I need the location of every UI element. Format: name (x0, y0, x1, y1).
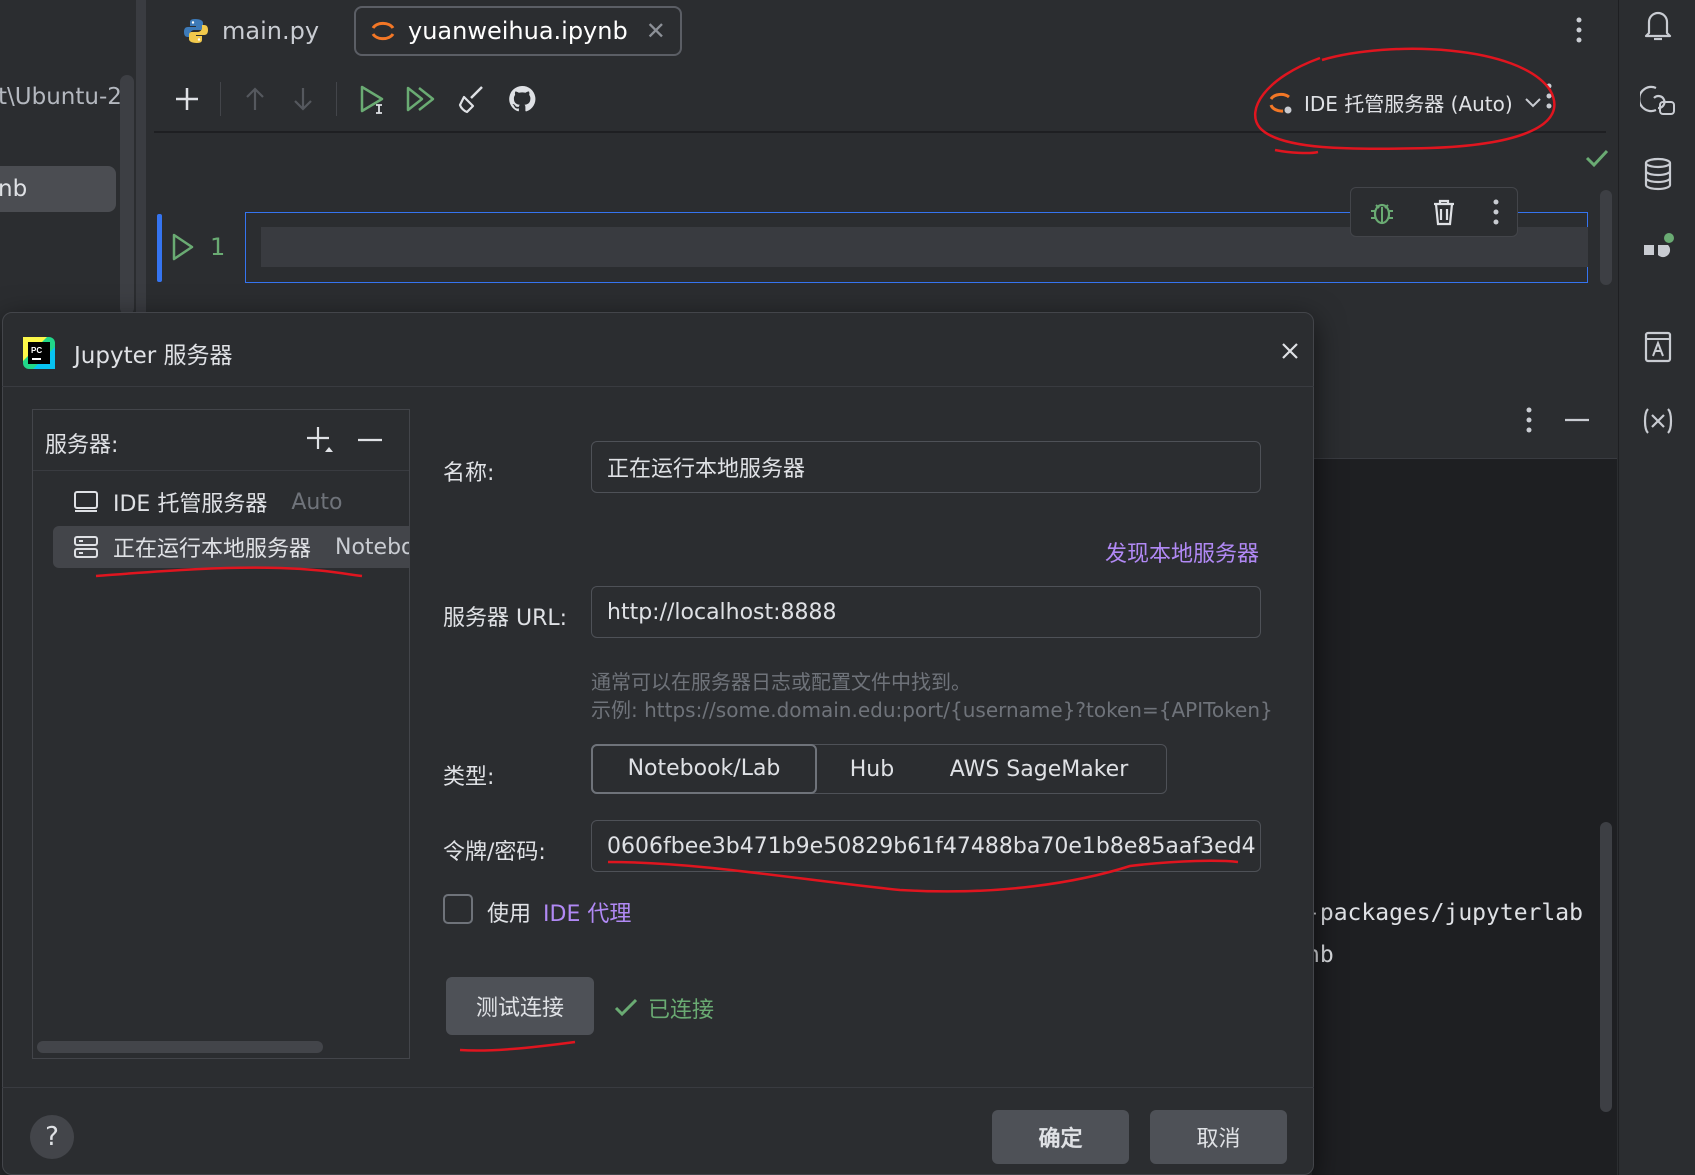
run-tool-window (1312, 385, 1617, 1175)
tool-window-header (1312, 385, 1617, 459)
minus-icon (357, 438, 383, 442)
name-input[interactable]: 正在运行本地服务器 (591, 441, 1261, 493)
delete-cell-icon[interactable] (1430, 197, 1458, 227)
use-label: 使用 (487, 902, 532, 927)
server-selector[interactable]: IDE 托管服务器 (Auto) (1268, 80, 1543, 124)
project-selected-label: nb (0, 176, 28, 202)
server-icon (73, 534, 99, 560)
server-name: 正在运行本地服务器 (113, 537, 312, 562)
project-scrollbar[interactable] (120, 75, 134, 315)
url-hint: 通常可以在服务器日志或配置文件中找到。 (591, 670, 971, 694)
variables-icon[interactable] (1639, 402, 1677, 440)
server-list-item-local-running[interactable]: 正在运行本地服务器 Notebook (53, 526, 409, 568)
add-cell-button[interactable] (166, 78, 208, 120)
server-type: Auto (291, 489, 343, 515)
add-icon (305, 425, 335, 455)
minimize-icon[interactable] (1564, 418, 1590, 422)
jupyter-file-icon (370, 18, 396, 44)
right-tool-bar (1618, 0, 1695, 1175)
type-label: 类型: (443, 765, 495, 790)
close-icon (1280, 341, 1300, 361)
cell-more-icon[interactable] (1491, 197, 1501, 227)
database-icon[interactable] (1639, 155, 1677, 193)
cell-selection-marker (157, 214, 162, 282)
tabs-more-icon[interactable] (1574, 14, 1584, 46)
python-file-icon (182, 17, 210, 45)
run-cell-gutter-icon[interactable] (170, 232, 196, 262)
github-icon[interactable] (501, 78, 543, 120)
server-type-selector: Notebook/Lab Hub AWS SageMaker (591, 743, 1167, 794)
type-option-hub[interactable]: Hub (817, 745, 927, 793)
connection-status-text: 已连接 (648, 998, 715, 1023)
project-path: t\Ubuntu-2 (0, 84, 122, 110)
use-ide-proxy-label: 使用 IDE 代理 (487, 896, 631, 928)
console-line: -packages/jupyterlab (1306, 900, 1583, 926)
tool-window-more-icon[interactable] (1524, 404, 1534, 436)
checkmark-icon (614, 998, 638, 1018)
notifications-icon[interactable] (1639, 6, 1677, 44)
tab-main-py[interactable]: main.py (168, 6, 333, 56)
move-up-button[interactable] (234, 78, 276, 120)
token-label: 令牌/密码: (443, 840, 546, 865)
ai-chat-icon[interactable] (1639, 82, 1677, 120)
cancel-button[interactable]: 取消 (1150, 1110, 1287, 1164)
debug-cell-icon[interactable] (1367, 197, 1397, 227)
toolbar-more-icon[interactable] (1544, 80, 1554, 112)
chevron-down-icon (1523, 95, 1543, 109)
documentation-icon[interactable] (1639, 328, 1677, 366)
move-down-button[interactable] (282, 78, 324, 120)
name-label: 名称: (443, 461, 495, 486)
dialog-title-bar: PC Jupyter 服务器 (22, 333, 233, 373)
type-option-notebook-lab[interactable]: Notebook/Lab (591, 743, 817, 794)
inspection-ok-icon[interactable] (1584, 147, 1610, 169)
tab-close-icon[interactable]: ✕ (646, 17, 666, 45)
server-url-input[interactable]: http://localhost:8888 (591, 586, 1261, 638)
jupyter-server-icon (1268, 89, 1294, 115)
run-all-button[interactable] (400, 78, 442, 120)
dialog-close-button[interactable] (1272, 333, 1308, 369)
discover-local-servers-link[interactable]: 发现本地服务器 (1105, 536, 1259, 568)
run-cell-button[interactable] (352, 78, 394, 120)
server-type: Notebook (335, 534, 409, 560)
tab-label: main.py (222, 17, 320, 45)
editor-scrollbar[interactable] (1600, 190, 1612, 285)
svg-text:PC: PC (31, 346, 42, 355)
connection-status: 已连接 (614, 992, 714, 1024)
server-selector-label: IDE 托管服务器 (Auto) (1304, 91, 1513, 116)
url-example: 示例: https://some.domain.edu:port/{userna… (591, 698, 1273, 722)
editor-tab-bar: main.py yuanweihua.ipynb ✕ (146, 0, 1618, 64)
server-list-header: 服务器: (45, 433, 119, 458)
tab-label: yuanweihua.ipynb (408, 17, 628, 45)
server-list-scrollbar[interactable] (37, 1041, 323, 1053)
use-ide-proxy-checkbox[interactable] (443, 894, 473, 924)
help-button[interactable]: ? (30, 1115, 74, 1159)
token-input[interactable]: 0606fbee3b471b9e50829b61f47488ba70e1b8e8… (591, 820, 1261, 872)
remove-server-button[interactable] (352, 422, 388, 458)
services-icon[interactable] (1639, 230, 1677, 268)
add-server-button[interactable] (302, 422, 338, 458)
ide-proxy-link[interactable]: IDE 代理 (543, 896, 631, 928)
clear-outputs-icon[interactable] (450, 78, 492, 120)
tab-yuanweihua-ipynb[interactable]: yuanweihua.ipynb ✕ (354, 6, 682, 56)
type-option-aws-sagemaker[interactable]: AWS SageMaker (927, 745, 1151, 793)
cell-toolbar (1350, 187, 1518, 237)
ok-button[interactable]: 确定 (992, 1110, 1129, 1164)
console-scrollbar[interactable] (1600, 822, 1612, 1112)
dialog-title: Jupyter 服务器 (74, 343, 233, 369)
monitor-icon (73, 490, 99, 514)
test-connection-button[interactable]: 测试连接 (446, 977, 594, 1035)
cell-execution-number: 1 (210, 233, 226, 261)
server-list-item-ide-managed[interactable]: IDE 托管服务器 Auto (53, 481, 409, 523)
pycharm-logo-icon: PC (22, 336, 56, 370)
server-url-label: 服务器 URL: (443, 606, 568, 631)
project-selected-item[interactable]: nb (0, 166, 116, 212)
server-name: IDE 托管服务器 (113, 492, 268, 517)
